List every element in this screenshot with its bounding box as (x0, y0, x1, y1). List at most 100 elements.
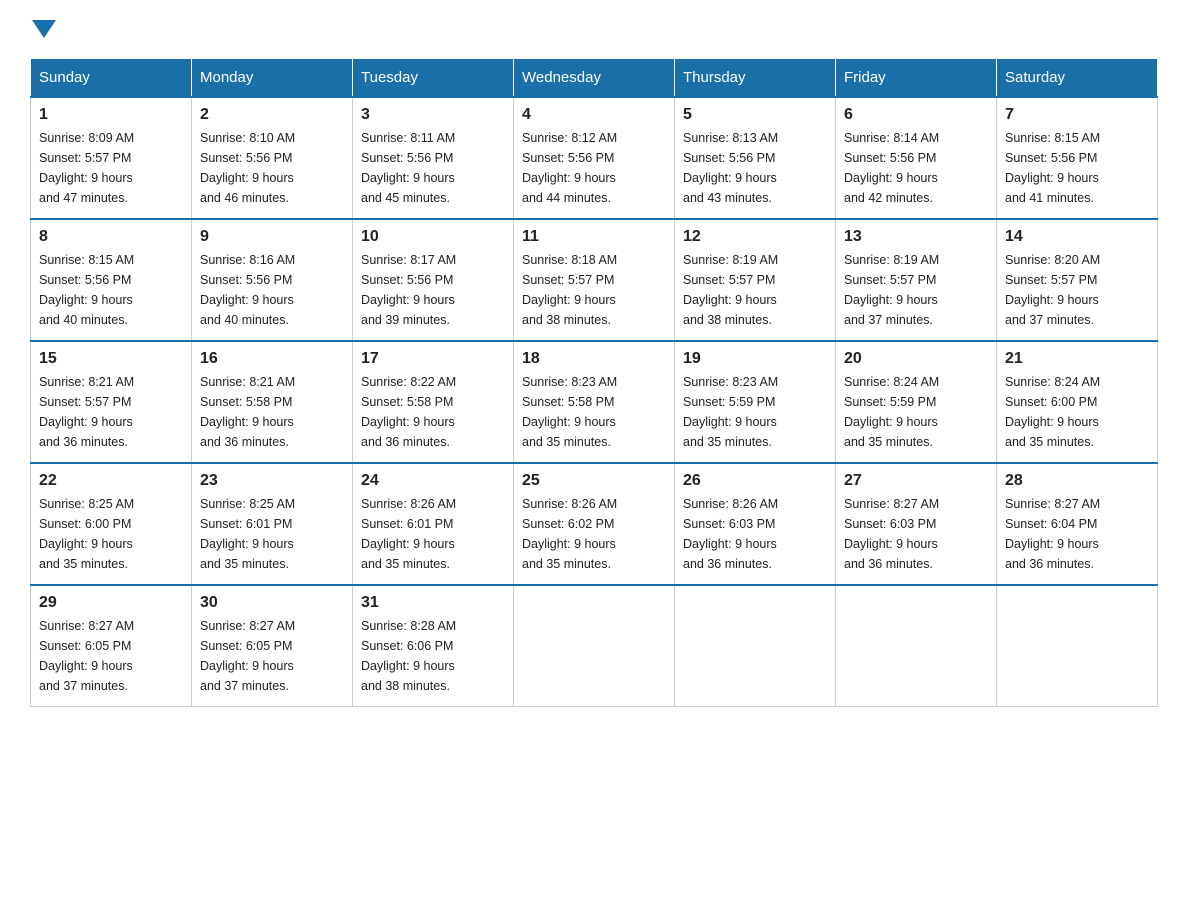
col-header-sunday: Sunday (31, 59, 192, 98)
day-number: 18 (522, 350, 666, 368)
calendar-cell: 22 Sunrise: 8:25 AMSunset: 6:00 PMDayligh… (31, 463, 192, 585)
day-number: 19 (683, 350, 827, 368)
calendar-cell: 24 Sunrise: 8:26 AMSunset: 6:01 PMDayligh… (353, 463, 514, 585)
calendar-cell: 20 Sunrise: 8:24 AMSunset: 5:59 PMDayligh… (836, 341, 997, 463)
calendar-cell: 25 Sunrise: 8:26 AMSunset: 6:02 PMDayligh… (514, 463, 675, 585)
day-number: 26 (683, 472, 827, 490)
calendar-cell: 27 Sunrise: 8:27 AMSunset: 6:03 PMDayligh… (836, 463, 997, 585)
calendar-cell: 21 Sunrise: 8:24 AMSunset: 6:00 PMDayligh… (997, 341, 1158, 463)
day-info: Sunrise: 8:26 AMSunset: 6:01 PMDaylight:… (361, 497, 456, 571)
day-number: 10 (361, 228, 505, 246)
calendar-cell (997, 585, 1158, 707)
logo-text (30, 20, 58, 38)
day-number: 20 (844, 350, 988, 368)
calendar-cell: 12Sunrise: 8:19 AMSunset: 5:57 PMDayligh… (675, 219, 836, 341)
day-info: Sunrise: 8:21 AMSunset: 5:58 PMDaylight:… (200, 375, 295, 449)
day-info: Sunrise: 8:22 AMSunset: 5:58 PMDaylight:… (361, 375, 456, 449)
day-info: Sunrise: 8:12 AMSunset: 5:56 PMDaylight:… (522, 131, 617, 205)
calendar-cell: 7 Sunrise: 8:15 AMSunset: 5:56 PMDaylight… (997, 97, 1158, 219)
day-number: 3 (361, 106, 505, 124)
day-info: Sunrise: 8:27 AMSunset: 6:03 PMDaylight:… (844, 497, 939, 571)
day-info: Sunrise: 8:15 AMSunset: 5:56 PMDaylight:… (1005, 131, 1100, 205)
day-number: 24 (361, 472, 505, 490)
calendar-cell (675, 585, 836, 707)
day-number: 7 (1005, 106, 1149, 124)
calendar-cell: 30 Sunrise: 8:27 AMSunset: 6:05 PMDayligh… (192, 585, 353, 707)
calendar-cell: 2 Sunrise: 8:10 AMSunset: 5:56 PMDaylight… (192, 97, 353, 219)
day-number: 14 (1005, 228, 1149, 246)
calendar-cell: 9Sunrise: 8:16 AMSunset: 5:56 PMDaylight… (192, 219, 353, 341)
day-number: 5 (683, 106, 827, 124)
day-number: 8 (39, 228, 183, 246)
calendar-week-row: 29 Sunrise: 8:27 AMSunset: 6:05 PMDayligh… (31, 585, 1158, 707)
day-number: 2 (200, 106, 344, 124)
day-info: Sunrise: 8:18 AMSunset: 5:57 PMDaylight:… (522, 253, 617, 327)
day-number: 6 (844, 106, 988, 124)
day-info: Sunrise: 8:13 AMSunset: 5:56 PMDaylight:… (683, 131, 778, 205)
col-header-friday: Friday (836, 59, 997, 98)
day-number: 25 (522, 472, 666, 490)
calendar-cell: 23Sunrise: 8:25 AMSunset: 6:01 PMDayligh… (192, 463, 353, 585)
logo-triangle-icon (32, 20, 56, 38)
day-info: Sunrise: 8:15 AMSunset: 5:56 PMDaylight:… (39, 253, 134, 327)
calendar-cell: 3 Sunrise: 8:11 AMSunset: 5:56 PMDaylight… (353, 97, 514, 219)
day-number: 21 (1005, 350, 1149, 368)
day-number: 1 (39, 106, 183, 124)
day-number: 30 (200, 594, 344, 612)
day-number: 28 (1005, 472, 1149, 490)
day-number: 16 (200, 350, 344, 368)
calendar-cell: 26Sunrise: 8:26 AMSunset: 6:03 PMDayligh… (675, 463, 836, 585)
day-info: Sunrise: 8:27 AMSunset: 6:05 PMDaylight:… (200, 619, 295, 693)
calendar-header-row: SundayMondayTuesdayWednesdayThursdayFrid… (31, 59, 1158, 98)
day-number: 27 (844, 472, 988, 490)
day-info: Sunrise: 8:19 AMSunset: 5:57 PMDaylight:… (844, 253, 939, 327)
day-info: Sunrise: 8:09 AMSunset: 5:57 PMDaylight:… (39, 131, 134, 205)
calendar-week-row: 8 Sunrise: 8:15 AMSunset: 5:56 PMDaylight… (31, 219, 1158, 341)
calendar-cell (514, 585, 675, 707)
calendar-cell: 11 Sunrise: 8:18 AMSunset: 5:57 PMDayligh… (514, 219, 675, 341)
day-info: Sunrise: 8:27 AMSunset: 6:05 PMDaylight:… (39, 619, 134, 693)
day-info: Sunrise: 8:24 AMSunset: 6:00 PMDaylight:… (1005, 375, 1100, 449)
day-info: Sunrise: 8:23 AMSunset: 5:59 PMDaylight:… (683, 375, 778, 449)
calendar-week-row: 1 Sunrise: 8:09 AMSunset: 5:57 PMDaylight… (31, 97, 1158, 219)
day-info: Sunrise: 8:20 AMSunset: 5:57 PMDaylight:… (1005, 253, 1100, 327)
day-info: Sunrise: 8:14 AMSunset: 5:56 PMDaylight:… (844, 131, 939, 205)
calendar-cell: 18 Sunrise: 8:23 AMSunset: 5:58 PMDayligh… (514, 341, 675, 463)
calendar-table: SundayMondayTuesdayWednesdayThursdayFrid… (30, 58, 1158, 707)
day-info: Sunrise: 8:26 AMSunset: 6:02 PMDaylight:… (522, 497, 617, 571)
calendar-cell: 6 Sunrise: 8:14 AMSunset: 5:56 PMDaylight… (836, 97, 997, 219)
calendar-cell: 17Sunrise: 8:22 AMSunset: 5:58 PMDayligh… (353, 341, 514, 463)
calendar-cell: 28Sunrise: 8:27 AMSunset: 6:04 PMDayligh… (997, 463, 1158, 585)
day-info: Sunrise: 8:23 AMSunset: 5:58 PMDaylight:… (522, 375, 617, 449)
calendar-cell: 8 Sunrise: 8:15 AMSunset: 5:56 PMDaylight… (31, 219, 192, 341)
calendar-cell: 31Sunrise: 8:28 AMSunset: 6:06 PMDayligh… (353, 585, 514, 707)
day-info: Sunrise: 8:10 AMSunset: 5:56 PMDaylight:… (200, 131, 295, 205)
calendar-cell: 5 Sunrise: 8:13 AMSunset: 5:56 PMDaylight… (675, 97, 836, 219)
col-header-saturday: Saturday (997, 59, 1158, 98)
logo (30, 20, 58, 38)
day-info: Sunrise: 8:25 AMSunset: 6:01 PMDaylight:… (200, 497, 295, 571)
col-header-thursday: Thursday (675, 59, 836, 98)
calendar-cell: 10 Sunrise: 8:17 AMSunset: 5:56 PMDayligh… (353, 219, 514, 341)
calendar-cell: 29 Sunrise: 8:27 AMSunset: 6:05 PMDayligh… (31, 585, 192, 707)
day-number: 15 (39, 350, 183, 368)
calendar-cell: 16 Sunrise: 8:21 AMSunset: 5:58 PMDayligh… (192, 341, 353, 463)
day-info: Sunrise: 8:28 AMSunset: 6:06 PMDaylight:… (361, 619, 456, 693)
day-info: Sunrise: 8:16 AMSunset: 5:56 PMDaylight:… (200, 253, 295, 327)
calendar-cell: 15 Sunrise: 8:21 AMSunset: 5:57 PMDayligh… (31, 341, 192, 463)
calendar-week-row: 15 Sunrise: 8:21 AMSunset: 5:57 PMDayligh… (31, 341, 1158, 463)
calendar-cell: 1 Sunrise: 8:09 AMSunset: 5:57 PMDaylight… (31, 97, 192, 219)
day-info: Sunrise: 8:24 AMSunset: 5:59 PMDaylight:… (844, 375, 939, 449)
calendar-week-row: 22 Sunrise: 8:25 AMSunset: 6:00 PMDayligh… (31, 463, 1158, 585)
header (30, 20, 1158, 38)
day-number: 4 (522, 106, 666, 124)
day-info: Sunrise: 8:19 AMSunset: 5:57 PMDaylight:… (683, 253, 778, 327)
calendar-cell: 13Sunrise: 8:19 AMSunset: 5:57 PMDayligh… (836, 219, 997, 341)
day-info: Sunrise: 8:25 AMSunset: 6:00 PMDaylight:… (39, 497, 134, 571)
day-number: 11 (522, 228, 666, 246)
day-info: Sunrise: 8:11 AMSunset: 5:56 PMDaylight:… (361, 131, 455, 205)
day-info: Sunrise: 8:17 AMSunset: 5:56 PMDaylight:… (361, 253, 456, 327)
day-number: 22 (39, 472, 183, 490)
day-info: Sunrise: 8:21 AMSunset: 5:57 PMDaylight:… (39, 375, 134, 449)
day-number: 29 (39, 594, 183, 612)
